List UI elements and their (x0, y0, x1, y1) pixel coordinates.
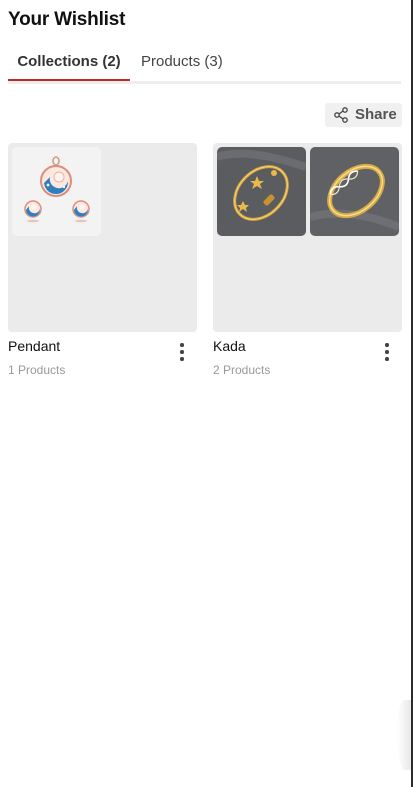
more-options-icon[interactable] (377, 341, 397, 363)
page-title: Your Wishlist (8, 9, 126, 30)
collection-thumbnail-grid[interactable] (213, 143, 402, 332)
collection-name[interactable]: Kada (213, 338, 246, 354)
wishlist-tabs: Collections (2) Products (3) (8, 48, 401, 84)
collection-product-count: 2 Products (213, 363, 271, 377)
tab-products[interactable]: Products (3) (141, 48, 241, 81)
share-icon (334, 107, 348, 123)
scroll-shadow (397, 700, 411, 770)
collection-product-count: 1 Products (8, 363, 66, 377)
gold-kada-star-image (217, 147, 306, 236)
share-button[interactable]: Share (325, 103, 402, 127)
collection-thumbnail-grid[interactable] (8, 143, 197, 332)
collection-card-pendant[interactable]: Pendant 1 Products (8, 143, 197, 377)
collection-card-kada[interactable]: Kada 2 Products (213, 143, 402, 377)
share-label: Share (355, 106, 397, 123)
collection-name[interactable]: Pendant (8, 338, 60, 354)
gold-kada-infinity-image (310, 147, 399, 236)
more-options-icon[interactable] (172, 341, 192, 363)
pendant-set-image (12, 147, 101, 236)
tab-collections[interactable]: Collections (2) (8, 48, 130, 81)
